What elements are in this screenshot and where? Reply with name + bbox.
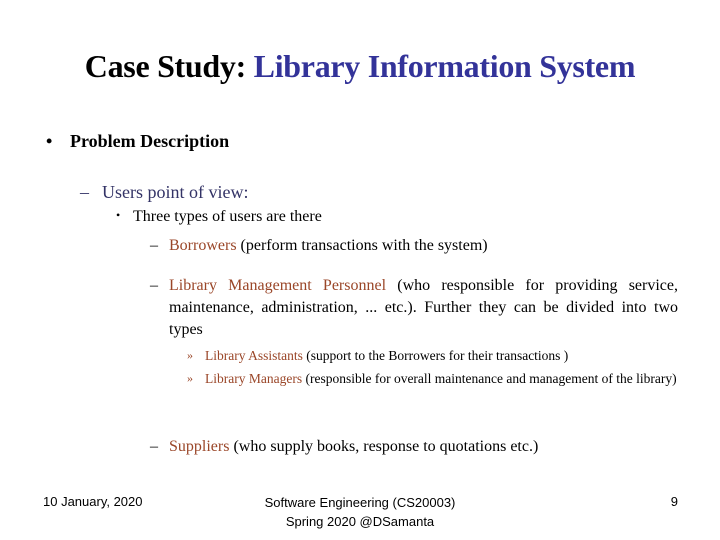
bullet-icon: •	[46, 131, 53, 151]
dash-icon: –	[80, 182, 89, 202]
list-item-borrowers: – Borrowers (perform transactions with t…	[150, 235, 678, 257]
footer-course-line1: Software Engineering (CS20003)	[264, 495, 456, 510]
slide-title: Case Study: Library Information System	[0, 48, 720, 85]
managers-desc: (responsible for overall maintenance and…	[302, 371, 677, 386]
suppliers-desc: (who supply books, response to quotation…	[229, 438, 539, 455]
double-chevron-icon: »	[187, 371, 193, 385]
personnel-term: Library Management Personnel	[169, 277, 387, 294]
problem-description-label: Problem Description	[70, 131, 230, 151]
dash-icon: –	[150, 438, 158, 455]
bullet-three-types: • Three types of users are there	[116, 208, 322, 226]
list-item-suppliers: – Suppliers (who supply books, response …	[150, 436, 678, 458]
footer-course-line2: Spring 2020 @DSamanta	[285, 514, 435, 529]
users-view-label: Users point of view:	[102, 182, 249, 202]
list-item-library-assistants: » Library Assistants (support to the Bor…	[187, 345, 707, 366]
three-types-label: Three types of users are there	[133, 208, 322, 225]
bullet-problem-description: • Problem Description	[46, 131, 229, 152]
borrowers-term: Borrowers	[169, 237, 237, 254]
footer-course: Software Engineering (CS20003) Spring 20…	[0, 493, 720, 531]
dash-icon: –	[150, 277, 158, 294]
title-prefix: Case Study:	[84, 48, 246, 84]
list-item-management-personnel: – Library Management Personnel (who resp…	[150, 275, 678, 341]
subheading-users-view: – Users point of view:	[80, 182, 248, 203]
page-number: 9	[670, 494, 678, 509]
suppliers-term: Suppliers	[169, 438, 230, 455]
bullet-icon: •	[116, 208, 121, 222]
double-chevron-icon: »	[187, 348, 193, 362]
list-item-library-managers: » Library Managers (responsible for over…	[187, 368, 707, 389]
assistants-term: Library Assistants	[205, 348, 303, 363]
borrowers-desc: (perform transactions with the system)	[236, 237, 488, 254]
managers-term: Library Managers	[205, 371, 303, 386]
dash-icon: –	[150, 237, 158, 254]
title-main: Library Information System	[253, 48, 636, 84]
assistants-desc: (support to the Borrowers for their tran…	[302, 348, 569, 363]
